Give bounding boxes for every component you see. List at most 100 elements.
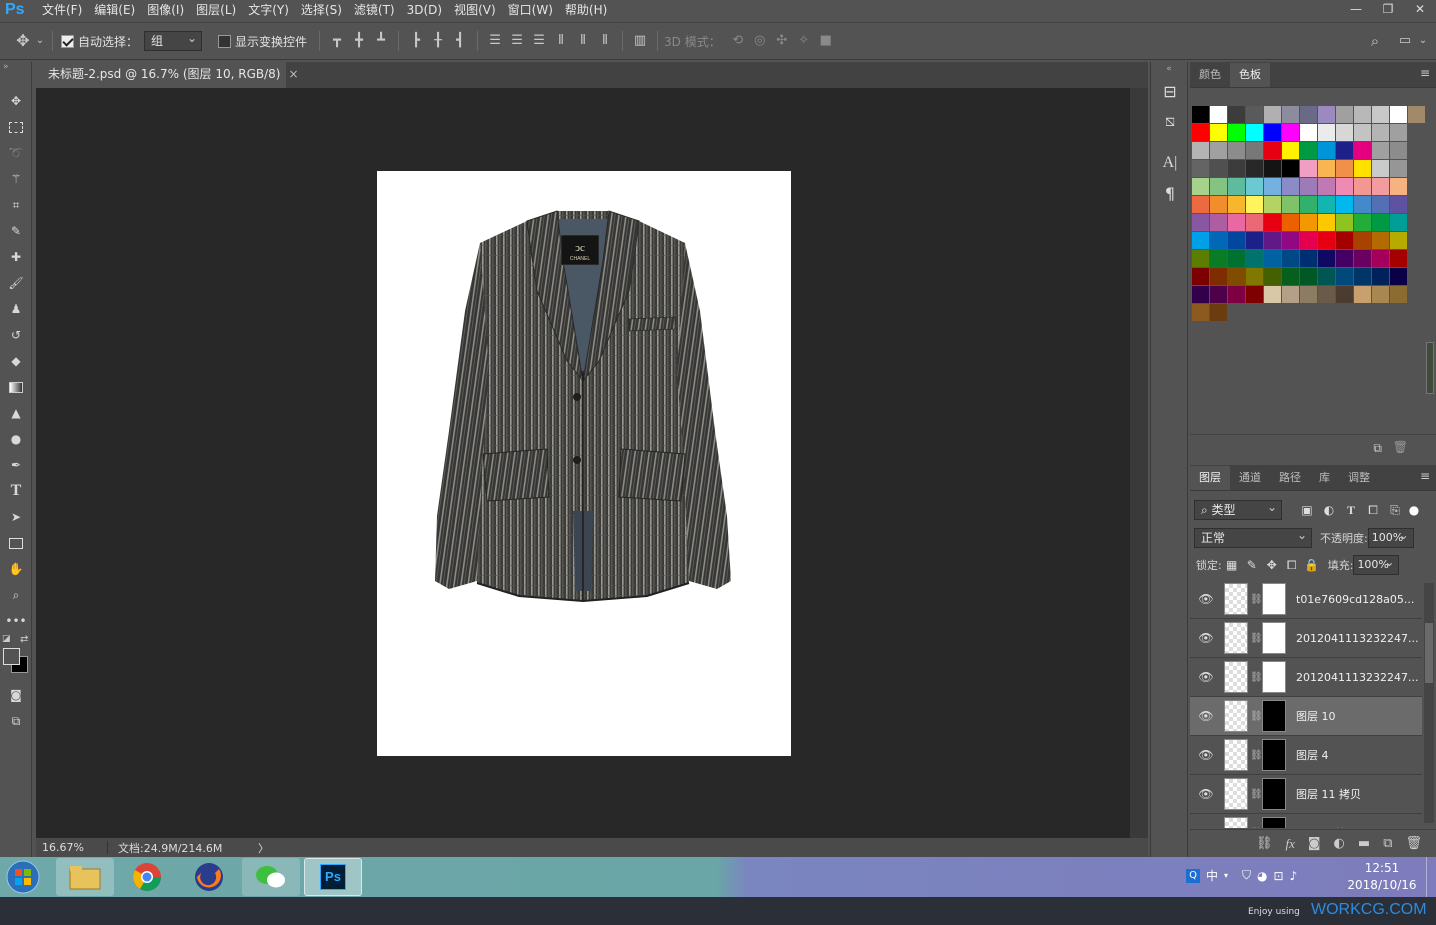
color-swatch[interactable] bbox=[1300, 124, 1317, 141]
color-swatch[interactable] bbox=[1390, 106, 1407, 123]
color-swatch[interactable] bbox=[1282, 214, 1299, 231]
color-swatch[interactable] bbox=[1246, 232, 1263, 249]
color-swatch[interactable] bbox=[1192, 124, 1209, 141]
color-swatch[interactable] bbox=[1354, 214, 1371, 231]
color-swatch[interactable] bbox=[1228, 214, 1245, 231]
color-swatch[interactable] bbox=[1354, 178, 1371, 195]
distribute-bottom-icon[interactable]: ☰ bbox=[528, 30, 550, 52]
color-swatch[interactable] bbox=[1354, 232, 1371, 249]
layers-panel-tab[interactable]: 图层 bbox=[1190, 466, 1230, 490]
visibility-eye-icon[interactable]: 👁 bbox=[1190, 826, 1222, 828]
color-swatch[interactable] bbox=[1318, 214, 1335, 231]
layers-panel-tab[interactable]: 路径 bbox=[1270, 466, 1310, 490]
character-panel-icon[interactable]: A| bbox=[1151, 148, 1189, 178]
color-swatch[interactable] bbox=[1228, 196, 1245, 213]
layer-row[interactable]: 👁 ⛓ 图层 11 拷贝 bbox=[1190, 775, 1422, 814]
color-swatch[interactable] bbox=[1354, 124, 1371, 141]
color-swatch[interactable] bbox=[1264, 178, 1281, 195]
swatch-panel-tab[interactable]: 颜色 bbox=[1190, 63, 1230, 87]
visibility-eye-icon[interactable]: 👁 bbox=[1190, 787, 1222, 801]
canvas-vertical-scrollbar[interactable] bbox=[1130, 88, 1148, 838]
color-swatch[interactable] bbox=[1372, 178, 1389, 195]
link-layers-icon[interactable]: ⛓ bbox=[1256, 836, 1273, 851]
color-swatch[interactable] bbox=[1354, 268, 1371, 285]
color-swatch[interactable] bbox=[1246, 250, 1263, 267]
security-shield-icon[interactable]: ⛉ bbox=[1242, 868, 1251, 883]
mask-link-icon[interactable]: ⛓ bbox=[1250, 633, 1263, 644]
chevron-down-icon[interactable]: ⌄ bbox=[1416, 30, 1430, 52]
lasso-tool-icon[interactable]: ➰ bbox=[0, 140, 32, 166]
visibility-eye-icon[interactable]: 👁 bbox=[1190, 709, 1222, 723]
layer-style-fx-icon[interactable]: fx bbox=[1286, 836, 1295, 852]
color-swatch[interactable] bbox=[1300, 232, 1317, 249]
opacity-input[interactable]: 100% bbox=[1367, 526, 1414, 548]
paragraph-panel-icon[interactable]: ¶ bbox=[1151, 178, 1189, 208]
color-swatch[interactable] bbox=[1264, 106, 1281, 123]
layers-panel-tab[interactable]: 调整 bbox=[1339, 466, 1379, 490]
color-swatch[interactable] bbox=[1192, 232, 1209, 249]
layer-row[interactable]: 👁 ⛓ 2012041113232247... bbox=[1190, 658, 1422, 697]
rectangle-tool-icon[interactable] bbox=[0, 530, 32, 556]
menu-item[interactable]: 编辑(E) bbox=[88, 0, 141, 20]
blend-mode-dropdown[interactable]: 正常 bbox=[1194, 526, 1312, 548]
distribute-top-icon[interactable]: ☰ bbox=[484, 30, 506, 52]
color-swatch[interactable] bbox=[1210, 178, 1227, 195]
swap-colors-icon[interactable]: ⇄ bbox=[20, 634, 28, 645]
color-swatch[interactable] bbox=[1300, 106, 1317, 123]
healing-brush-tool-icon[interactable]: ✚ bbox=[0, 244, 32, 270]
foreground-color-swatch[interactable] bbox=[3, 648, 20, 665]
color-swatch[interactable] bbox=[1282, 160, 1299, 177]
color-swatch[interactable] bbox=[1192, 160, 1209, 177]
color-swatch[interactable] bbox=[1390, 286, 1407, 303]
color-swatch[interactable] bbox=[1300, 142, 1317, 159]
default-colors-icon[interactable]: ◪ bbox=[2, 634, 11, 644]
color-swatch[interactable] bbox=[1300, 178, 1317, 195]
network-icon[interactable]: ⊡ bbox=[1274, 869, 1284, 883]
color-swatch[interactable] bbox=[1246, 178, 1263, 195]
color-swatch[interactable] bbox=[1264, 142, 1281, 159]
color-swatch[interactable] bbox=[1282, 124, 1299, 141]
new-layer-icon[interactable]: ⧉ bbox=[1383, 836, 1392, 851]
magic-wand-tool-icon[interactable]: ⚚ bbox=[0, 166, 32, 192]
color-swatch[interactable] bbox=[1318, 250, 1335, 267]
filter-shape-icon[interactable]: ⧠ bbox=[1362, 503, 1384, 518]
color-swatch[interactable] bbox=[1228, 286, 1245, 303]
color-swatch[interactable] bbox=[1264, 214, 1281, 231]
taskbar-photoshop[interactable]: Ps bbox=[304, 858, 362, 896]
color-swatch[interactable] bbox=[1228, 160, 1245, 177]
color-swatch[interactable] bbox=[1336, 286, 1353, 303]
wechat-tray-icon[interactable]: ◕ bbox=[1257, 869, 1267, 883]
layer-mask-thumbnail[interactable] bbox=[1262, 583, 1286, 615]
color-swatch[interactable] bbox=[1264, 286, 1281, 303]
color-swatch[interactable] bbox=[1390, 268, 1407, 285]
color-swatch[interactable] bbox=[1246, 160, 1263, 177]
gradient-tool-icon[interactable] bbox=[0, 374, 32, 400]
search-icon[interactable]: ⌕ bbox=[1364, 30, 1386, 52]
taskbar-firefox[interactable] bbox=[180, 858, 238, 896]
close-tab-icon[interactable]: × bbox=[288, 67, 298, 81]
align-bottom-icon[interactable]: ┻ bbox=[370, 30, 392, 52]
color-swatch[interactable] bbox=[1354, 196, 1371, 213]
color-swatch[interactable] bbox=[1264, 250, 1281, 267]
color-swatch[interactable] bbox=[1390, 232, 1407, 249]
distribute-hcenter-icon[interactable]: ⫴ bbox=[572, 30, 594, 52]
auto-align-icon[interactable]: ▥ bbox=[629, 30, 651, 52]
delete-layer-icon[interactable]: 🗑 bbox=[1405, 836, 1422, 851]
color-swatch[interactable] bbox=[1390, 160, 1407, 177]
color-swatch[interactable] bbox=[1300, 160, 1317, 177]
status-menu-arrow[interactable]: 〉 bbox=[258, 840, 269, 856]
menu-item[interactable]: 帮助(H) bbox=[559, 0, 613, 20]
chevron-down-icon[interactable]: ⌄ bbox=[34, 30, 46, 52]
color-swatch[interactable] bbox=[1318, 178, 1335, 195]
color-swatch[interactable] bbox=[1336, 232, 1353, 249]
color-swatch[interactable] bbox=[1354, 160, 1371, 177]
filter-type-icon[interactable]: T bbox=[1340, 503, 1362, 518]
color-swatch[interactable] bbox=[1210, 160, 1227, 177]
color-swatch[interactable] bbox=[1336, 214, 1353, 231]
swatch-scrollbar[interactable] bbox=[1426, 342, 1434, 394]
color-swatch[interactable] bbox=[1228, 178, 1245, 195]
zoom-level[interactable]: 16.67% bbox=[36, 841, 108, 854]
dodge-tool-icon[interactable]: ● bbox=[0, 426, 32, 452]
menu-item[interactable]: 文件(F) bbox=[36, 0, 88, 20]
lock-image-icon[interactable]: ✎ bbox=[1242, 558, 1262, 572]
